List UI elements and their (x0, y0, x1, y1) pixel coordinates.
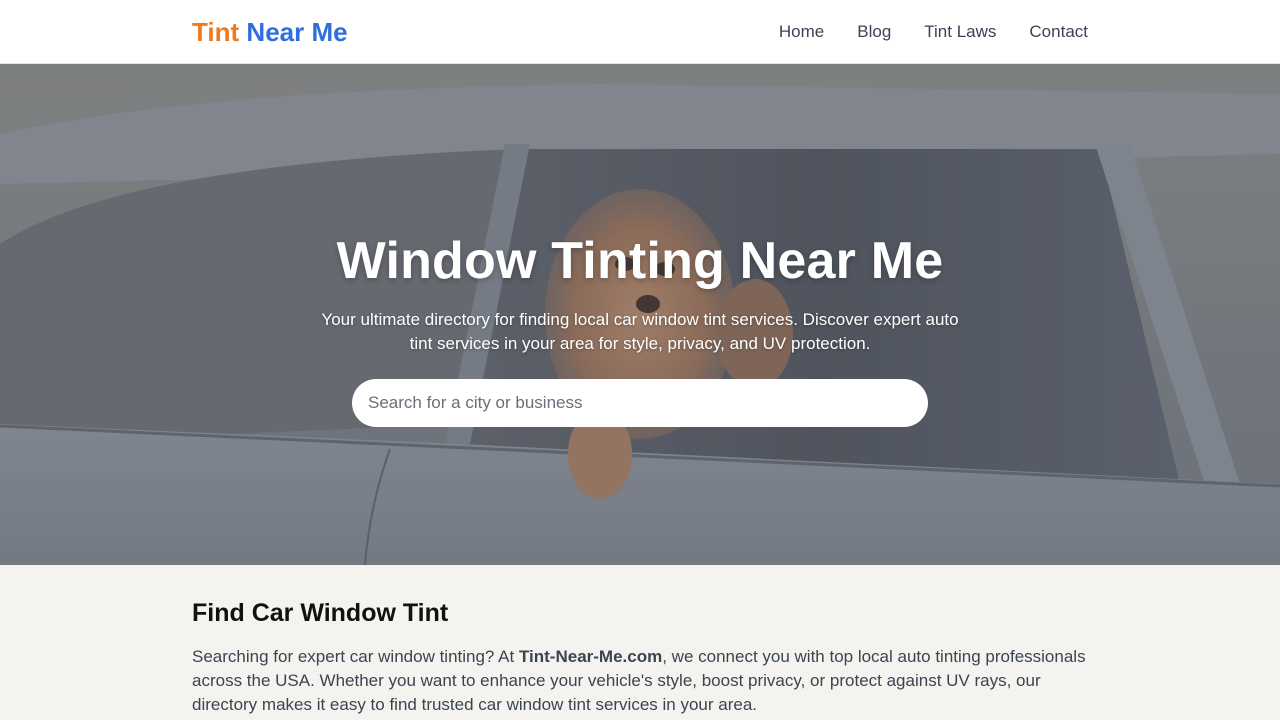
intro-paragraph: Searching for expert car window tinting?… (192, 645, 1088, 717)
nav-contact-link[interactable]: Contact (1029, 21, 1088, 43)
nav-blog-link[interactable]: Blog (857, 21, 891, 43)
search-input[interactable] (352, 379, 928, 427)
logo-tint-text: Tint (192, 17, 240, 47)
site-logo[interactable]: Tint Near Me (192, 15, 348, 49)
section-heading: Find Car Window Tint (192, 599, 449, 627)
hero-title: Window Tinting Near Me (336, 231, 944, 290)
hero-section: Window Tinting Near Me Your ultimate dir… (0, 64, 1280, 565)
intro-prefix-text: Searching for expert car window tinting?… (192, 647, 519, 666)
main-nav: Home Blog Tint Laws Contact (746, 21, 1088, 43)
logo-near-me-text: Near Me (246, 17, 348, 47)
intro-brand-text: Tint-Near-Me.com (518, 647, 663, 666)
site-header: Tint Near Me Home Blog Tint Laws Contact (0, 0, 1280, 64)
nav-home-link[interactable]: Home (779, 21, 824, 43)
hero-subtitle: Your ultimate directory for finding loca… (321, 310, 959, 353)
nav-tint-laws-link[interactable]: Tint Laws (924, 21, 996, 43)
